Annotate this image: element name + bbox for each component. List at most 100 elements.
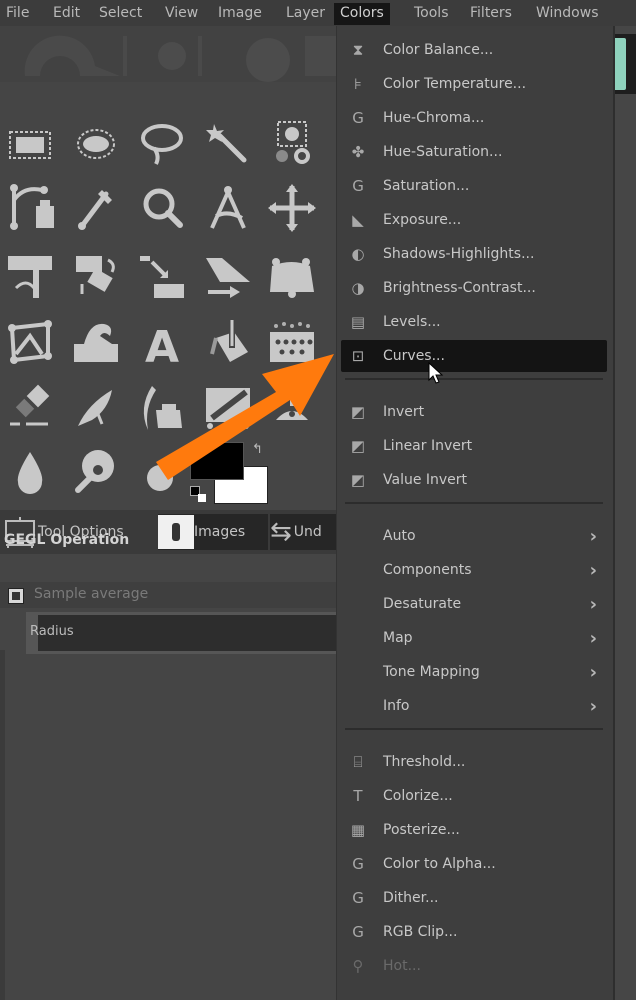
menu-item-label: Hue-Chroma...	[383, 110, 485, 126]
menu-item-rgb-clip[interactable]: G RGB Clip...	[341, 916, 607, 948]
menu-item-hue-saturation[interactable]: ✤ Hue-Saturation...	[341, 136, 607, 168]
menu-item-label: Colorize...	[383, 788, 453, 804]
menu-item-linear-invert[interactable]: ◩ Linear Invert	[341, 430, 607, 462]
rectangle-select-icon[interactable]	[2, 116, 58, 172]
menu-item-label: Color Temperature...	[383, 76, 527, 92]
menu-item-label: Shadows-Highlights...	[383, 246, 535, 262]
foreground-select-icon[interactable]	[264, 116, 320, 172]
invert-icon: ◩	[350, 403, 366, 421]
color-picker-icon[interactable]	[68, 180, 124, 236]
menu-select[interactable]: Select	[97, 3, 144, 25]
menu-item-components[interactable]: Components ›	[341, 554, 607, 586]
unified-transform-icon[interactable]	[68, 248, 124, 304]
menu-item-desaturate[interactable]: Desaturate ›	[341, 588, 607, 620]
radius-track	[38, 615, 336, 651]
menu-filters[interactable]: Filters	[468, 3, 514, 25]
menu-file[interactable]: File	[4, 3, 31, 25]
free-select-icon[interactable]	[134, 116, 190, 172]
menu-item-curves[interactable]: ⊡ Curves...	[341, 340, 607, 372]
menu-item-label: Color to Alpha...	[383, 856, 496, 872]
chevron-right-icon: ›	[589, 559, 597, 581]
menu-image[interactable]: Image	[216, 3, 264, 25]
shadows-highlights-icon: ◐	[351, 245, 365, 263]
icon-placeholder	[347, 661, 369, 683]
smudge-icon[interactable]	[68, 444, 124, 500]
shear-icon[interactable]	[200, 248, 256, 304]
menu-item-color-balance[interactable]: ⧗ Color Balance...	[341, 34, 607, 66]
fuzzy-select-icon[interactable]	[200, 116, 256, 172]
bucket-fill-icon[interactable]	[200, 314, 256, 370]
chevron-right-icon: ›	[589, 627, 597, 649]
tab-images[interactable]: Images	[158, 514, 268, 550]
color-balance-icon: ⧗	[352, 41, 364, 59]
zoom-icon[interactable]	[134, 180, 190, 236]
icon-placeholder	[347, 695, 369, 717]
blur-icon[interactable]	[2, 444, 58, 500]
clone-icon[interactable]	[264, 380, 320, 436]
menu-item-threshold[interactable]: ⌸ Threshold...	[341, 746, 607, 778]
default-colors-bg	[198, 494, 206, 502]
foreground-color-swatch[interactable]	[190, 442, 244, 480]
warp-transform-icon[interactable]	[264, 248, 320, 304]
menu-item-label: Hot...	[383, 958, 421, 974]
menu-item-label: Linear Invert	[383, 438, 473, 454]
icon-placeholder	[347, 525, 369, 547]
menu-item-info[interactable]: Info ›	[341, 690, 607, 722]
menu-item-auto[interactable]: Auto ›	[341, 520, 607, 552]
menu-item-label: Levels...	[383, 314, 441, 330]
text-icon[interactable]: A	[134, 314, 190, 373]
menu-item-label: Hue-Saturation...	[383, 144, 503, 160]
menu-layer[interactable]: Layer	[284, 3, 327, 25]
colorize-icon: T	[353, 787, 363, 805]
menu-windows[interactable]: Windows	[534, 3, 601, 25]
measure-icon[interactable]	[200, 180, 256, 236]
warp-icon[interactable]	[68, 314, 124, 370]
align-icon[interactable]	[134, 248, 190, 304]
menu-item-color-to-alpha[interactable]: G Color to Alpha...	[341, 848, 607, 880]
menu-item-colorize[interactable]: T Colorize...	[341, 780, 607, 812]
eraser-icon[interactable]	[2, 380, 58, 436]
undo-icon: ⇆	[270, 517, 292, 547]
chevron-right-icon: ›	[589, 525, 597, 547]
menu-item-map[interactable]: Map ›	[341, 622, 607, 654]
menu-tools[interactable]: Tools	[412, 3, 451, 25]
move-icon[interactable]	[264, 180, 320, 236]
menu-item-invert[interactable]: ◩ Invert	[341, 396, 607, 428]
menu-item-saturation[interactable]: G Saturation...	[341, 170, 607, 202]
airbrush-icon[interactable]	[68, 380, 124, 436]
gegl-icon: G	[352, 855, 364, 873]
menu-item-hot: ⚲ Hot...	[341, 950, 607, 982]
menu-item-color-temperature[interactable]: ⊧ Color Temperature...	[341, 68, 607, 100]
ink-icon[interactable]	[134, 380, 190, 436]
tab-undo-history[interactable]: ⇆ Und	[270, 514, 336, 550]
radius-spinscale[interactable]: Radius	[26, 612, 336, 654]
menu-item-shadows-highlights[interactable]: ◐ Shadows-Highlights...	[341, 238, 607, 270]
crop-icon[interactable]	[2, 248, 58, 304]
mypaint-brush-icon[interactable]	[200, 380, 256, 436]
cage-transform-icon[interactable]	[2, 314, 58, 370]
menu-item-hue-chroma[interactable]: G Hue-Chroma...	[341, 102, 607, 134]
menu-item-brightness-contrast[interactable]: ◑ Brightness-Contrast...	[341, 272, 607, 304]
brightness-contrast-icon: ◑	[351, 279, 365, 297]
paths-icon[interactable]	[2, 180, 58, 236]
wilber-logo-icon	[24, 35, 336, 82]
gradient-icon[interactable]	[264, 314, 320, 370]
menu-item-value-invert[interactable]: ◩ Value Invert	[341, 464, 607, 496]
menu-item-exposure[interactable]: ◣ Exposure...	[341, 204, 607, 236]
menu-view[interactable]: View	[163, 3, 200, 25]
dodge-burn-icon[interactable]	[134, 444, 190, 500]
ellipse-select-icon[interactable]	[68, 116, 124, 172]
menu-edit[interactable]: Edit	[51, 3, 82, 25]
menu-item-posterize[interactable]: ▦ Posterize...	[341, 814, 607, 846]
menu-item-label: Value Invert	[383, 472, 468, 488]
images-icon	[158, 515, 194, 549]
levels-icon: ▤	[350, 313, 366, 331]
sample-average-checkbox[interactable]	[8, 588, 24, 604]
swap-colors-icon[interactable]: ↰	[252, 442, 263, 457]
menu-colors[interactable]: Colors	[334, 3, 390, 25]
wilber-drop-area	[0, 26, 336, 82]
radius-label: Radius	[30, 624, 74, 639]
menu-item-dither[interactable]: G Dither...	[341, 882, 607, 914]
menu-item-levels[interactable]: ▤ Levels...	[341, 306, 607, 338]
menu-item-tone-mapping[interactable]: Tone Mapping ›	[341, 656, 607, 688]
